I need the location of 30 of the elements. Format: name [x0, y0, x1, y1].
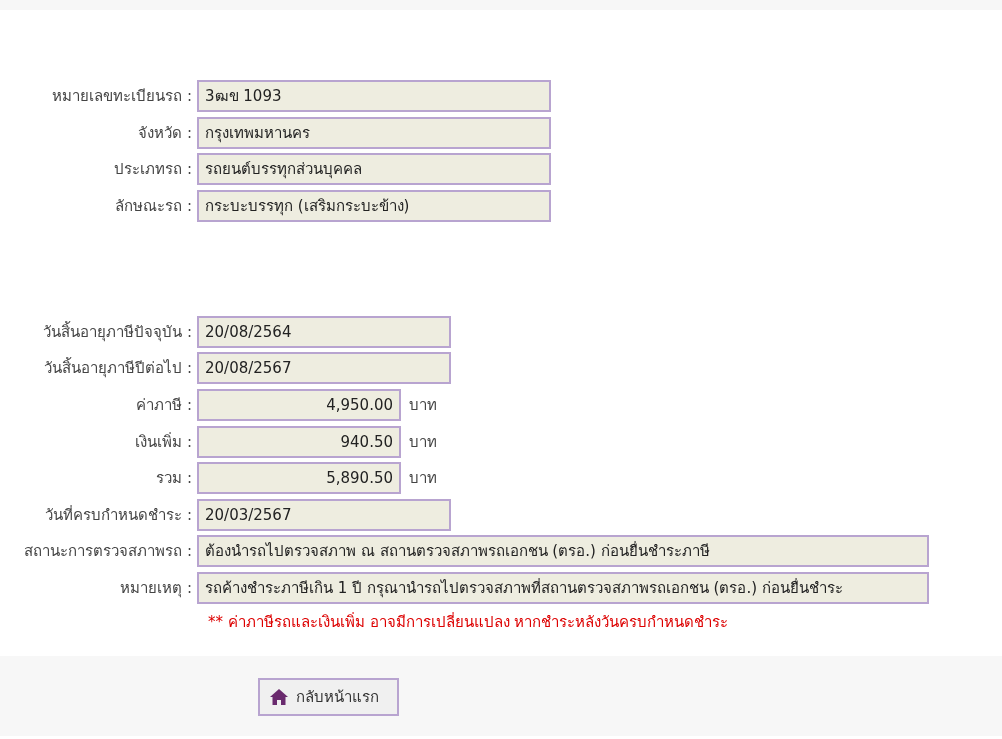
home-button[interactable]: กลับหน้าแรก: [258, 677, 399, 716]
readonly-field: 20/08/2567: [197, 352, 451, 385]
readonly-field: ต้องนำรถไปตรวจสภาพ ณ สถานตรวจสภาพรถเอกชน (ตรอ.) ก่อนยื่นชำระภาษี: [197, 535, 929, 568]
unit-label: บาท: [409, 468, 437, 490]
field-label: จังหวัด :: [137, 122, 193, 144]
readonly-field: กรุงเทพมหานคร: [197, 116, 551, 149]
readonly-field: 4,950.00: [197, 388, 401, 421]
field-label: ค่าภาษี :: [135, 394, 193, 416]
readonly-field: กระบะบรรทุก (เสริมกระบะข้าง): [197, 189, 551, 222]
field-label: เงินเพิ่ม :: [134, 431, 193, 453]
unit-label: บาท: [409, 431, 437, 453]
warning-text: ** ค่าภาษีรถและเงินเพิ่ม อาจมีการเปลี่ยนแปลง หากชำระหลังวันครบกำหนดชำระ: [208, 611, 729, 633]
field-label: วันสิ้นอายุภาษีปีต่อไป :: [43, 356, 193, 380]
field-label: วันที่ครบกำหนดชำระ :: [44, 504, 193, 526]
readonly-field: 5,890.50: [197, 462, 401, 495]
field-label: รวม :: [155, 468, 193, 490]
readonly-field: รถยนต์บรรทุกส่วนบุคคล: [197, 153, 551, 186]
readonly-field: 3ฒข 1093: [197, 80, 551, 112]
unit-label: บาท: [409, 394, 437, 416]
field-label: หมายเหตุ :: [119, 577, 193, 600]
field-label: ประเภทรถ :: [113, 159, 193, 181]
field-label: สถานะการตรวจสภาพรถ :: [23, 541, 193, 563]
field-label: ลักษณะรถ :: [114, 195, 193, 217]
readonly-field: 20/08/2564: [197, 315, 451, 348]
home-icon: [270, 688, 288, 705]
readonly-field: 940.50: [197, 425, 401, 458]
field-label: หมายเลขทะเบียนรถ :: [51, 86, 193, 107]
field-label: วันสิ้นอายุภาษีปัจจุบัน :: [42, 320, 193, 344]
readonly-field: 20/03/2567: [197, 498, 451, 531]
readonly-field: รถค้างชำระภาษีเกิน 1 ปี กรุณานำรถไปตรวจสภาพที่สถานตรวจสภาพรถเอกชน (ตรอ.) ก่อนยื่นชำระ: [197, 571, 929, 604]
